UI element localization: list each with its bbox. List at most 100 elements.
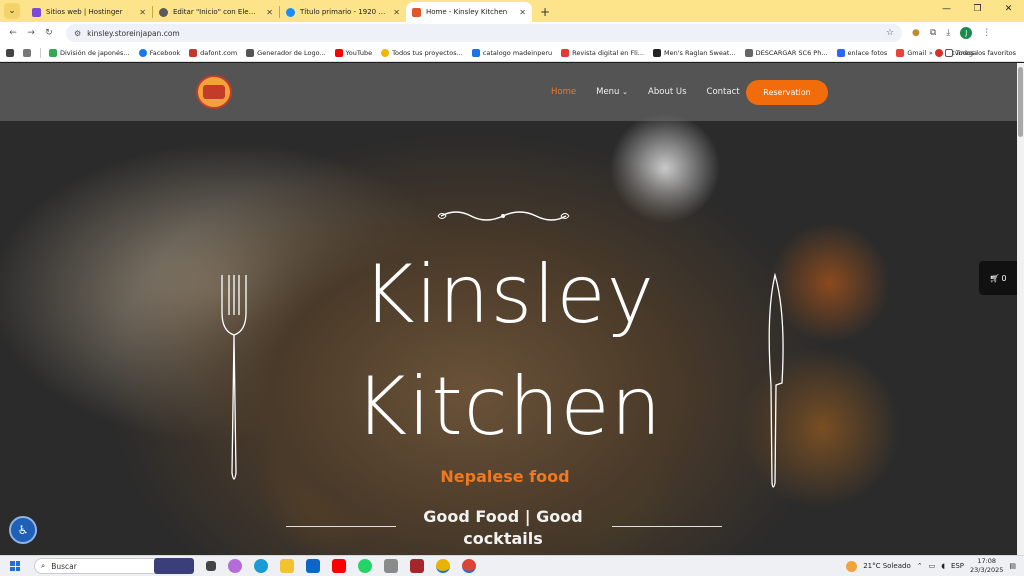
tab-titulo[interactable]: Título primario - 1920 × 840 px ✕ [280,2,406,22]
url-text: kinsley.storeinjapan.com [87,28,180,38]
bookmark-label: dafont.com [200,48,238,57]
clock[interactable]: 17:08 23/3/2025 [970,557,1003,575]
copilot-icon[interactable] [228,559,242,573]
floating-cart-button[interactable]: 🛒︎ 0 [979,261,1017,295]
new-tab-button[interactable]: + [540,5,550,19]
tab-close-icon[interactable]: ✕ [393,8,400,17]
window-controls: — ❐ ✕ [931,0,1024,18]
clock-date: 23/3/2025 [970,566,1004,574]
file-explorer-icon[interactable] [280,559,294,573]
task-view-icon[interactable] [206,561,216,571]
bookmark-item[interactable]: Gmail [896,48,926,57]
reservation-button[interactable]: Reservation [746,80,828,105]
clock-time: 17:08 [977,557,997,565]
kebab-menu-icon[interactable]: ⋮ [982,28,991,38]
profile-avatar[interactable]: J [960,27,973,39]
hero-divider-right [612,526,722,527]
bookmark-item[interactable]: enlace fotos [836,48,887,57]
close-window-icon[interactable]: ✕ [993,0,1024,18]
all-bookmarks-folder[interactable]: Todos los favoritos [944,48,1016,57]
forward-icon[interactable]: → [22,28,40,38]
bookmark-favicon-icon [744,48,753,57]
gmail-icon [896,48,905,57]
bookmark-item[interactable]: Men's Raglan Sweat... [653,48,736,57]
bookmark-label: Revista digital en Fli... [572,48,644,57]
language-indicator[interactable]: ESP [951,562,964,570]
bookmarks-right: » Todos los favoritos [929,48,1016,57]
chrome-icon[interactable] [436,559,450,573]
sidebar-toggle-icon[interactable] [6,48,14,57]
nav-home[interactable]: Home [551,87,576,97]
tab-search-button[interactable]: ⌄ [4,3,20,19]
notification-icon[interactable]: ▤ [1009,562,1016,570]
bookmark-item[interactable]: catalogo madeinperu [471,48,552,57]
tab-kinsley-kitchen[interactable]: Home - Kinsley Kitchen ✕ [406,2,532,22]
accessibility-icon: ♿︎ [17,523,29,537]
site-logo[interactable] [196,75,232,109]
address-bar-row: ← → ↻ ⚙ kinsley.storeinjapan.com ☆ ● ⧉ ⤓… [0,22,1024,44]
bookmark-item[interactable]: dafont.com [189,48,238,57]
wordpress-favicon-icon [159,7,168,17]
network-icon[interactable]: ▭ [929,562,936,570]
page-scrollbar[interactable] [1017,63,1024,555]
extensions-puzzle-icon[interactable]: ⧉ [930,28,936,38]
bookmark-label: División de japonés... [60,48,130,57]
bookmark-item[interactable]: Todos tus proyectos... [381,48,463,57]
nav-menu[interactable]: Menu ⌄ [596,87,628,97]
accessibility-button[interactable]: ♿︎ [9,516,37,544]
tab-label: Sitios web | Hostinger [46,8,123,16]
bookmarks-bar: División de japonés... Facebook dafont.c… [0,44,1024,62]
tab-hostinger[interactable]: Sitios web | Hostinger ✕ [26,2,152,22]
youtube-icon[interactable] [332,559,346,573]
minimize-icon[interactable]: — [931,0,962,18]
site-settings-icon[interactable]: ⚙ [74,29,81,38]
bookmark-item[interactable]: Facebook [138,48,181,57]
whatsapp-icon[interactable] [358,559,372,573]
download-icon[interactable]: ⤓ [946,28,950,38]
bookmark-item[interactable]: YouTube [334,48,372,57]
tab-close-icon[interactable]: ✕ [139,8,146,17]
weather-text[interactable]: 21°C Soleado [863,562,911,570]
hero-tagline: Good Food | Good cocktails [423,507,583,548]
chrome-profile-icon[interactable] [462,559,476,573]
outlook-icon[interactable] [306,559,320,573]
folder-icon [944,48,953,57]
tab-close-icon[interactable]: ✕ [266,8,273,17]
reload-icon[interactable]: ↻ [40,28,58,38]
globe-favicon-icon [286,7,295,17]
bookmark-favicon-icon [246,48,255,57]
bookmark-item[interactable]: División de japonés... [49,48,130,57]
maximize-icon[interactable]: ❐ [962,0,993,18]
tab-label: Home - Kinsley Kitchen [426,8,508,16]
weather-icon[interactable] [846,560,858,572]
bookmark-label: Men's Raglan Sweat... [664,48,736,57]
nav-about[interactable]: About Us [648,87,686,97]
search-highlight-image[interactable] [154,558,194,574]
youtube-icon [561,48,570,57]
bookmark-item[interactable]: Generador de Logo... [246,48,326,57]
bookmark-item[interactable]: Revista digital en Fli... [561,48,644,57]
hero-title-line1: Kinsley [362,248,655,341]
nav-contact[interactable]: Contact [707,87,740,97]
access-app-icon[interactable] [410,559,424,573]
scrollbar-thumb[interactable] [1018,67,1023,137]
bookmark-item[interactable]: DESCARGAR SC6 Ph... [744,48,828,57]
windows-start-icon[interactable] [10,561,20,571]
taskbar: ⌕ Buscar 21°C Soleado ⌃ ▭ ◖ ESP 17:08 23… [0,555,1024,576]
tab-close-icon[interactable]: ✕ [519,8,526,17]
tab-elementor[interactable]: Editar "Inicio" con Elementor ✕ [153,2,279,22]
toolbar-right: ● ⧉ ⤓ J ⋮ [912,27,991,39]
tray-chevron-icon[interactable]: ⌃ [917,562,923,570]
apps-grid-icon[interactable] [23,48,31,57]
extension-icon[interactable]: ● [912,28,920,38]
bookmark-star-icon[interactable]: ☆ [886,28,894,38]
url-field[interactable]: ⚙ kinsley.storeinjapan.com ☆ [66,24,902,42]
volume-icon[interactable]: ◖ [941,562,945,570]
bookmark-label: Facebook [149,48,181,57]
facebook-icon [138,48,147,57]
bookmark-favicon-icon [189,48,198,57]
more-bookmarks-icon[interactable]: » [929,49,933,57]
back-icon[interactable]: ← [4,28,22,38]
paint-icon[interactable] [384,559,398,573]
edge-icon[interactable] [254,559,268,573]
